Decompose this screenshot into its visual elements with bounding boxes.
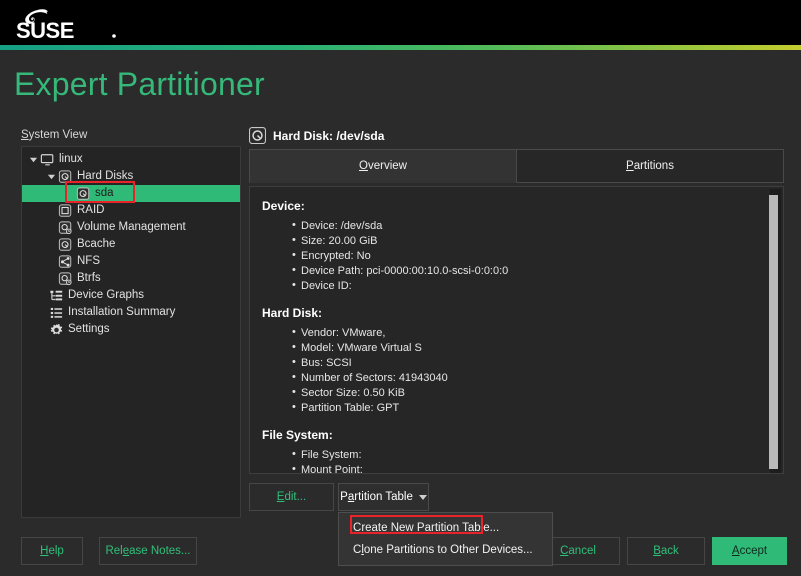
suse-logo: SUSE: [16, 9, 116, 43]
chevron-down-icon: [418, 494, 427, 500]
sidebar-item-label: Volume Management: [77, 220, 186, 233]
top-bar: SUSE: [0, 0, 801, 45]
partition-table-menu[interactable]: Create New Partition Table... Clone Part…: [338, 512, 553, 566]
sidebar-item-sda[interactable]: sda: [22, 185, 240, 202]
back-button-label: Back: [653, 545, 679, 557]
list-item: Sector Size: 0.50 KiB: [292, 385, 771, 401]
sidebar-item-label: Hard Disks: [77, 169, 134, 182]
sidebar-item-label: RAID: [77, 203, 105, 216]
list-item: Device Path: pci-0000:00:10.0-scsi-0:0:0…: [292, 263, 771, 279]
sidebar-item-linux[interactable]: linux: [22, 151, 240, 168]
sidebar-item-btrfs[interactable]: Btrfs: [22, 270, 240, 287]
sidebar-item-label: Device Graphs: [68, 288, 145, 301]
section-title: Device:: [262, 199, 305, 213]
menu-item-clone-label: Clone Partitions to Other Devices...: [353, 544, 533, 556]
tree-container: linux Hard Disks sda RAID Volume Management B…: [22, 147, 240, 338]
sidebar-item-hard-disks[interactable]: Hard Disks: [22, 168, 240, 185]
sidebar-item-bcache[interactable]: Bcache: [22, 236, 240, 253]
cancel-button-label: Cancel: [560, 545, 596, 557]
help-button[interactable]: Help: [21, 537, 83, 565]
accept-button[interactable]: Accept: [712, 537, 787, 565]
list-item: Partition Table: GPT: [292, 400, 771, 416]
brand-gradient-bar: [0, 45, 801, 50]
chevron-down-icon[interactable]: [44, 172, 58, 181]
sidebar-item-volume-management[interactable]: Volume Management: [22, 219, 240, 236]
overview-content: Device: Device: /dev/sdaSize: 20.00 GiBEn…: [249, 186, 784, 474]
hard-disk-icon: [76, 186, 91, 201]
list-icon: [49, 306, 64, 320]
volume-management-icon: [58, 220, 73, 235]
partition-table-button[interactable]: Partition Table: [338, 483, 429, 511]
sidebar-item-label: linux: [59, 152, 83, 165]
btrfs-icon: [58, 271, 73, 286]
partition-table-button-label: Partition Table: [340, 491, 413, 503]
accept-button-label: Accept: [731, 545, 768, 557]
back-button[interactable]: Back: [627, 537, 705, 565]
list-item: Device ID:: [292, 278, 771, 294]
bcache-icon: [58, 237, 73, 252]
device-graph-icon: [49, 289, 64, 303]
panel-header: Hard Disk: /dev/sda: [249, 127, 384, 144]
system-view-label: System View: [21, 129, 88, 141]
monitor-icon: [40, 153, 55, 167]
sidebar-item-installation-summary[interactable]: Installation Summary: [22, 304, 240, 321]
tab-overview-label: Overview: [359, 160, 407, 172]
edit-button-label: Edit...: [276, 491, 307, 503]
sidebar-item-raid[interactable]: RAID: [22, 202, 240, 219]
list-item: Device: /dev/sda: [292, 218, 771, 234]
section-list: File System:Mount Point:: [292, 447, 771, 473]
system-view-tree[interactable]: linux Hard Disks sda RAID Volume Management B…: [21, 146, 241, 518]
sidebar-item-label: Settings: [68, 322, 110, 335]
tab-bar: Overview Partitions: [249, 149, 784, 183]
menu-item-clone-partitions[interactable]: Clone Partitions to Other Devices...: [339, 539, 552, 561]
hard-disk-icon: [249, 127, 266, 144]
svg-text:SUSE: SUSE: [16, 18, 74, 43]
release-notes-button[interactable]: Release Notes...: [99, 537, 197, 565]
section-list: Device: /dev/sdaSize: 20.00 GiBEncrypted…: [292, 218, 771, 294]
gear-icon: [49, 323, 64, 337]
sections-container: Device: Device: /dev/sdaSize: 20.00 GiBEn…: [250, 187, 783, 473]
nfs-share-icon: [58, 254, 73, 269]
list-item: Encrypted: No: [292, 248, 771, 264]
tab-overview[interactable]: Overview: [249, 149, 517, 183]
panel-title: Hard Disk: /dev/sda: [273, 128, 385, 143]
list-item: File System:: [292, 447, 771, 463]
page-title: Expert Partitioner: [14, 66, 265, 102]
menu-item-create-label: Create New Partition Table...: [353, 522, 500, 534]
tab-partitions-label: Partitions: [626, 160, 674, 172]
section-title: Hard Disk:: [262, 306, 323, 320]
sidebar-item-label: Btrfs: [77, 271, 101, 284]
system-view-label-text: ystem View: [28, 129, 88, 141]
raid-icon: [58, 203, 73, 218]
list-item: Size: 20.00 GiB: [292, 233, 771, 249]
release-notes-button-label: Release Notes...: [105, 545, 191, 557]
list-item: Mount Point:: [292, 462, 771, 473]
sidebar-item-label: NFS: [77, 254, 100, 267]
section-list: Vendor: VMware,Model: VMware Virtual SBu…: [292, 325, 771, 416]
content-scrollbar-track[interactable]: [769, 189, 781, 473]
list-item: Vendor: VMware,: [292, 325, 771, 341]
list-item: Number of Sectors: 41943040: [292, 370, 771, 386]
tab-partitions[interactable]: Partitions: [517, 149, 784, 183]
sidebar-item-nfs[interactable]: NFS: [22, 253, 240, 270]
menu-item-create-new-partition-table[interactable]: Create New Partition Table...: [339, 517, 552, 539]
hard-disk-icon: [58, 169, 73, 184]
edit-button[interactable]: Edit...: [249, 483, 334, 511]
sidebar-item-settings[interactable]: Settings: [22, 321, 240, 338]
chevron-down-icon[interactable]: [26, 155, 40, 164]
list-item: Bus: SCSI: [292, 355, 771, 371]
sidebar-item-label: Bcache: [77, 237, 116, 250]
sidebar-item-label: Installation Summary: [68, 305, 176, 318]
sidebar-item-label: sda: [95, 186, 114, 199]
list-item: Model: VMware Virtual S: [292, 340, 771, 356]
sidebar-item-device-graphs[interactable]: Device Graphs: [22, 287, 240, 304]
section-title: File System:: [262, 428, 333, 442]
help-button-label: Help: [40, 545, 64, 557]
content-scrollbar-thumb[interactable]: [769, 195, 778, 469]
